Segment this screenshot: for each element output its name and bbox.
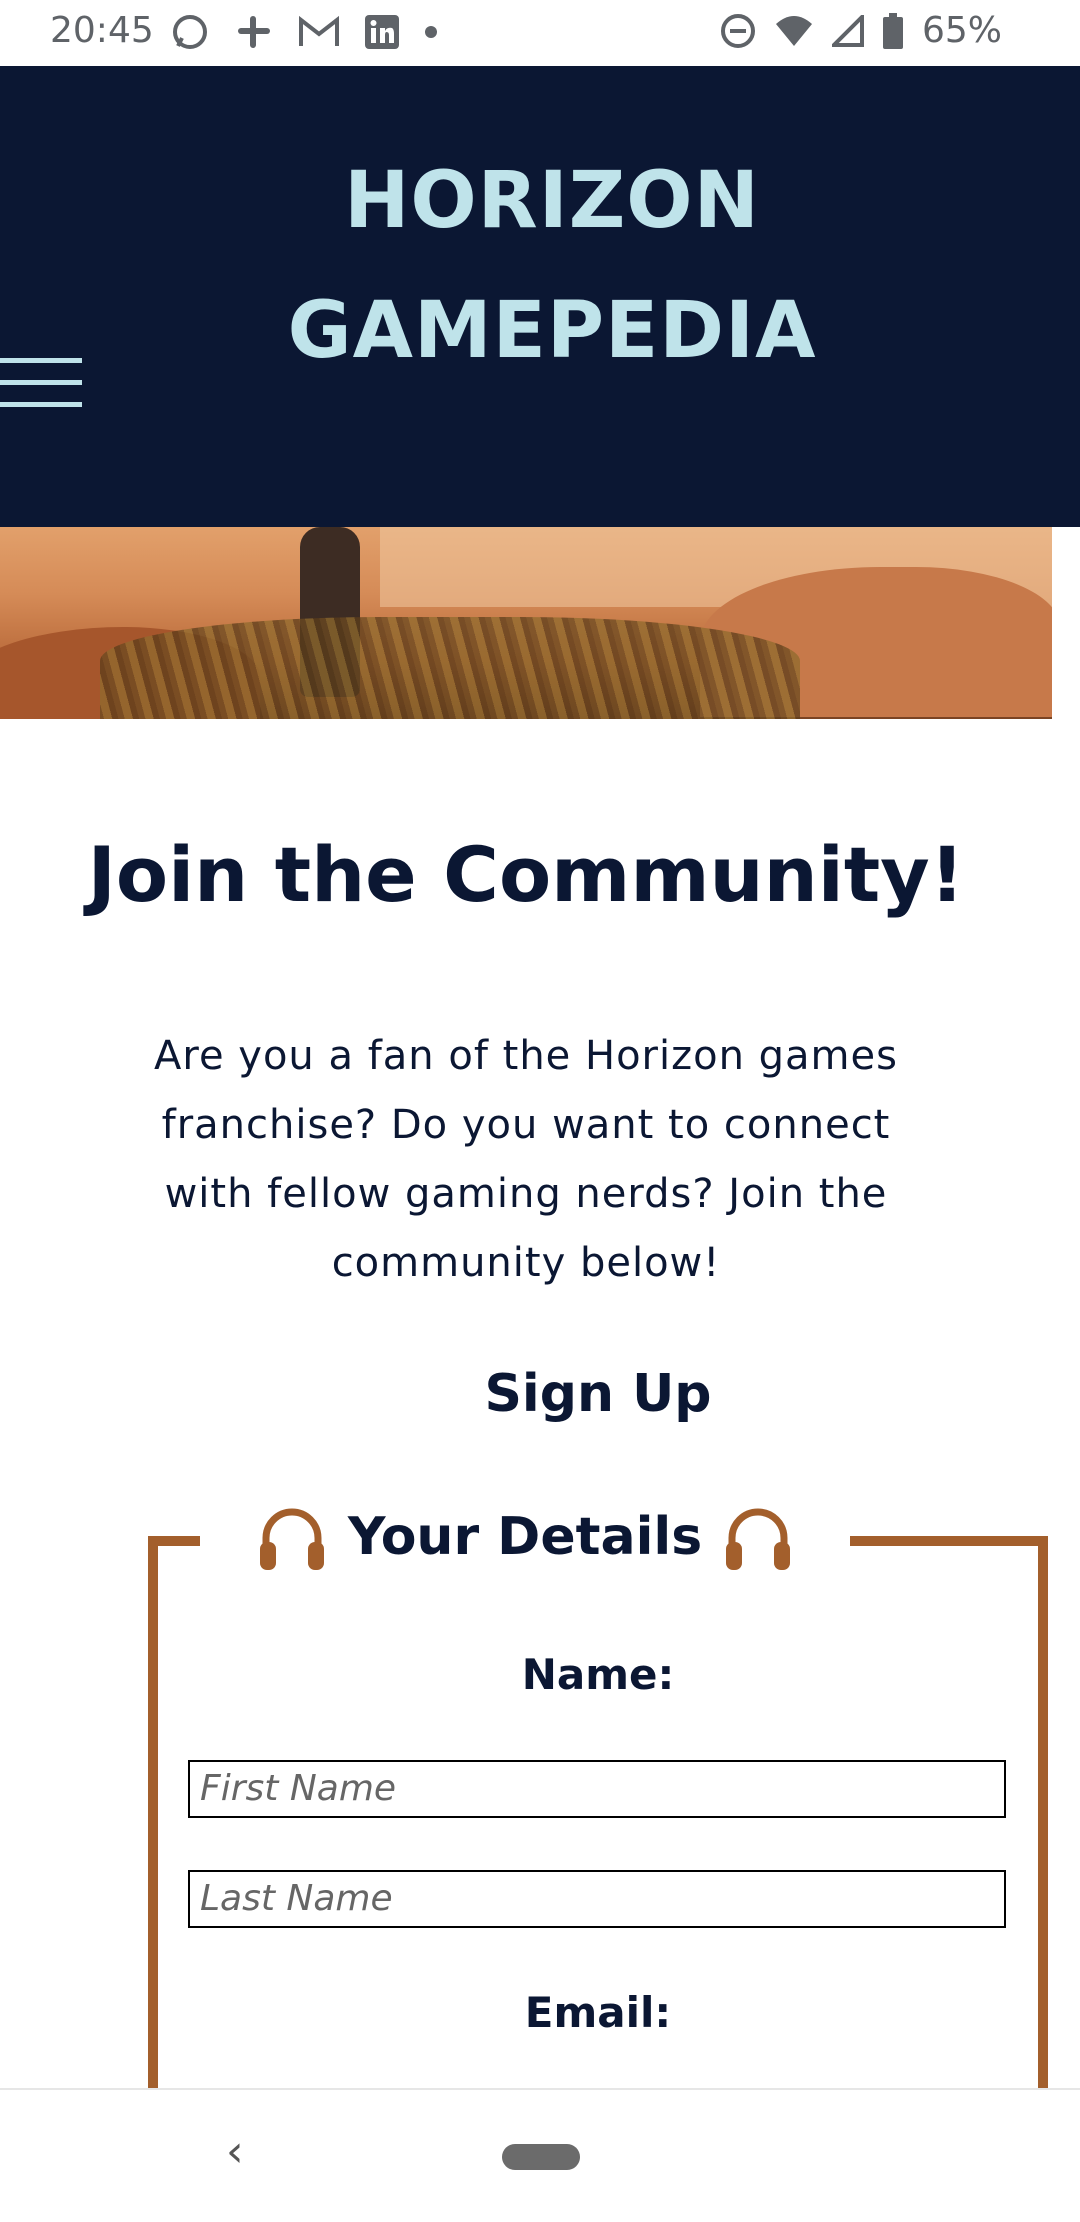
gmail-icon [299, 15, 339, 46]
whatsapp-icon [173, 15, 207, 49]
page-heading: Join the Community! [87, 830, 965, 919]
dnd-icon [720, 13, 755, 48]
system-nav-bar: ‹ [0, 2088, 1080, 2222]
signup-heading: Sign Up [484, 1364, 712, 1424]
intro-text: Are you a fan of the Horizon games franc… [154, 1033, 898, 1286]
last-name-input[interactable]: Last Name [188, 1870, 1006, 1928]
site-title-line-2: GAMEPEDIA [287, 286, 817, 376]
notification-icons [170, 12, 438, 52]
headphones-icon [259, 1508, 324, 1570]
status-time: 20:45 [50, 10, 154, 51]
battery-icon [882, 12, 903, 49]
system-icons: 65% [720, 10, 1002, 51]
site-header: HORIZON GAMEPEDIA [0, 66, 1080, 527]
battery-percent: 65% [921, 10, 1002, 51]
wifi-icon [775, 15, 812, 46]
slack-icon [238, 16, 270, 48]
home-pill-icon[interactable] [502, 2144, 580, 2170]
status-bar: 20:45 65% [0, 0, 1080, 66]
hero-image [0, 527, 1052, 719]
headphones-icon [726, 1508, 791, 1570]
email-label: Email: [524, 1988, 672, 2037]
dot-icon [425, 26, 437, 38]
site-title[interactable]: HORIZON GAMEPEDIA [0, 136, 1080, 396]
back-chevron-icon[interactable]: ‹ [226, 2126, 244, 2177]
name-label: Name: [521, 1650, 675, 1699]
signal-icon [831, 14, 864, 47]
first-name-input[interactable]: First Name [188, 1760, 1006, 1818]
linkedin-icon [365, 15, 399, 49]
legend-text: Your Details [347, 1507, 703, 1567]
site-title-line-1: HORIZON [344, 156, 760, 246]
fieldset-legend: Your Details [200, 1496, 850, 1578]
